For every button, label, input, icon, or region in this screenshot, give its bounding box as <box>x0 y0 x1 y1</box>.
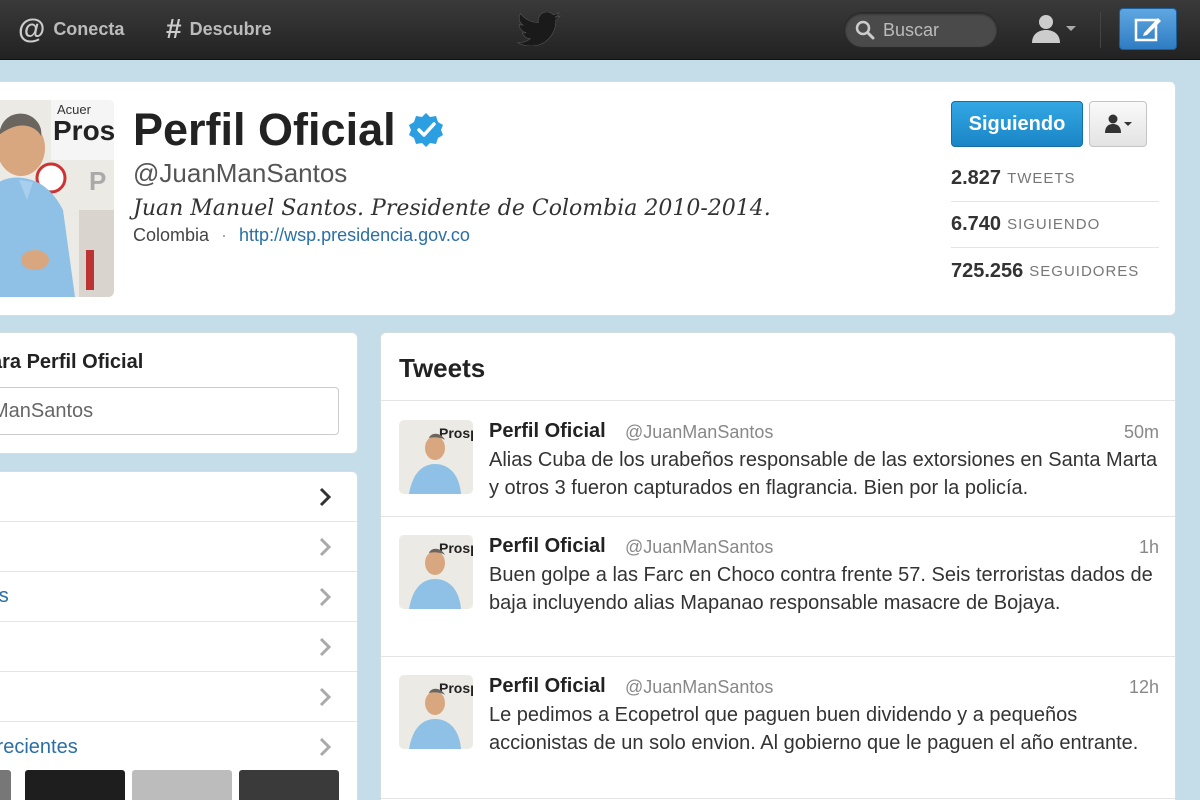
tweets-header: Tweets <box>381 333 1175 401</box>
nav-row-recent-images[interactable]: s recientes <box>0 722 357 772</box>
chevron-right-icon <box>319 687 332 707</box>
tweet-author-handle[interactable]: @JuanManSantos <box>625 677 773 698</box>
verified-badge-icon <box>408 113 443 147</box>
nav-row-favorites[interactable]: s <box>0 622 357 672</box>
recent-image-thumb[interactable] <box>25 770 125 800</box>
twitter-bird-icon[interactable] <box>516 12 562 46</box>
stat-tweets-count: 2.827 <box>951 167 1002 189</box>
tweet-avatar[interactable]: Prosp <box>399 675 473 749</box>
svg-text:P: P <box>89 166 106 196</box>
user-icon <box>1032 15 1060 43</box>
tweets-panel: Tweets Prosp Perfil Oficial @JuanManSant… <box>380 332 1176 800</box>
meta-separator: · <box>221 225 228 245</box>
tweet-timestamp[interactable]: 12h <box>1129 677 1159 698</box>
tweet-author-handle[interactable]: @JuanManSantos <box>625 422 773 443</box>
compose-icon <box>1134 18 1161 42</box>
nav-row-followers[interactable]: res <box>0 572 357 622</box>
profile-name: Perfil Oficial <box>133 104 396 155</box>
recent-image-thumb[interactable] <box>0 770 11 800</box>
at-sign-icon: @ <box>18 13 46 44</box>
topbar-divider <box>1100 12 1101 48</box>
nav-row-lists[interactable] <box>0 672 357 722</box>
recent-image-thumb[interactable] <box>132 770 232 800</box>
profile-nav-list: lo res s s recientes <box>0 471 358 800</box>
top-navigation-bar: @ Conecta # Descubre <box>0 0 1200 60</box>
tweet-author-name[interactable]: Perfil Oficial <box>489 420 606 443</box>
chevron-right-icon <box>319 537 332 557</box>
chevron-right-icon <box>319 487 332 507</box>
profile-url-link[interactable]: http://wsp.presidencia.gov.co <box>239 225 470 246</box>
chevron-right-icon <box>319 637 332 657</box>
stat-following-count: 6.740 <box>951 213 1002 235</box>
tweet-to-input[interactable]: ManSantos <box>0 387 339 435</box>
user-actions-dropdown[interactable] <box>1089 101 1147 147</box>
tweet-to-box: ara Perfil Oficial ManSantos <box>0 332 358 454</box>
profile-name-row: Perfil Oficial <box>133 104 444 156</box>
tweet-text: Buen golpe a las Farc en Choco contra fr… <box>489 564 1153 614</box>
tweet-timestamp[interactable]: 50m <box>1124 422 1159 443</box>
svg-text:Prosp: Prosp <box>53 115 114 146</box>
chevron-right-icon <box>319 737 332 757</box>
tweet-text: Alias Cuba de los urabeños responsable d… <box>489 449 1158 499</box>
stat-tweets-label: TWEETS <box>1007 170 1076 187</box>
tweet-timestamp[interactable]: 1h <box>1139 537 1159 558</box>
nav-row-label: res <box>0 585 9 608</box>
tweets-title: Tweets <box>399 353 486 383</box>
tweet-item[interactable]: Prosp Perfil Oficial @JuanManSantos 50m … <box>381 402 1175 517</box>
tweet-text: Le pedimos a Ecopetrol que paguen buen d… <box>489 704 1139 754</box>
tweet-author-name[interactable]: Perfil Oficial <box>489 675 606 698</box>
stat-tweets[interactable]: 2.827 TWEETS <box>951 156 1159 202</box>
chevron-right-icon <box>319 587 332 607</box>
hashtag-icon: # <box>166 13 182 44</box>
tweet-item[interactable]: Prosp Perfil Oficial @JuanManSantos 1h B… <box>381 517 1175 657</box>
profile-location: Colombia <box>133 225 210 245</box>
nav-row-following[interactable]: lo <box>0 522 357 572</box>
compose-tweet-button[interactable] <box>1119 8 1177 50</box>
search-box[interactable] <box>844 12 998 48</box>
nav-connect[interactable]: @ Conecta <box>18 12 124 46</box>
tweet-avatar[interactable]: Prosp <box>399 420 473 494</box>
profile-header-card: Acuer Prosp P Perfil Oficial @JuanManSan… <box>0 81 1176 316</box>
stat-following-label: SIGUIENDO <box>1007 216 1101 233</box>
following-button[interactable]: Siguiendo <box>951 101 1083 147</box>
stat-following[interactable]: 6.740 SIGUIENDO <box>951 202 1159 248</box>
search-input[interactable] <box>883 19 993 41</box>
profile-bio: Juan Manuel Santos. Presidente de Colomb… <box>133 196 771 221</box>
user-menu-button[interactable] <box>1028 12 1088 46</box>
search-icon <box>855 20 875 40</box>
profile-meta: Colombia · http://wsp.presidencia.gov.co <box>133 225 470 246</box>
nav-row-label: s recientes <box>0 735 78 758</box>
recent-image-thumb[interactable] <box>239 770 339 800</box>
stat-followers-label: SEGUIDORES <box>1029 262 1140 280</box>
tweet-author-handle[interactable]: @JuanManSantos <box>625 537 773 558</box>
stat-followers[interactable]: 725.256 SEGUIDORES <box>951 248 1159 294</box>
nav-connect-label: Conecta <box>53 18 125 39</box>
nav-discover[interactable]: # Descubre <box>166 12 272 46</box>
caret-down-icon <box>1066 26 1076 31</box>
tweet-to-title: ara Perfil Oficial <box>0 351 144 373</box>
nav-row-tweets[interactable] <box>0 472 357 522</box>
tweet-item[interactable]: Prosp Perfil Oficial @JuanManSantos 12h … <box>381 657 1175 799</box>
tweet-author-name[interactable]: Perfil Oficial <box>489 535 606 558</box>
profile-avatar[interactable]: Acuer Prosp P <box>0 100 114 297</box>
tweet-avatar[interactable]: Prosp <box>399 535 473 609</box>
user-actions-icon <box>1105 114 1132 133</box>
profile-handle: @JuanManSantos <box>133 158 348 188</box>
nav-discover-label: Descubre <box>189 18 272 39</box>
stat-followers-count: 725.256 <box>951 259 1024 282</box>
recent-images-strip <box>0 770 357 800</box>
